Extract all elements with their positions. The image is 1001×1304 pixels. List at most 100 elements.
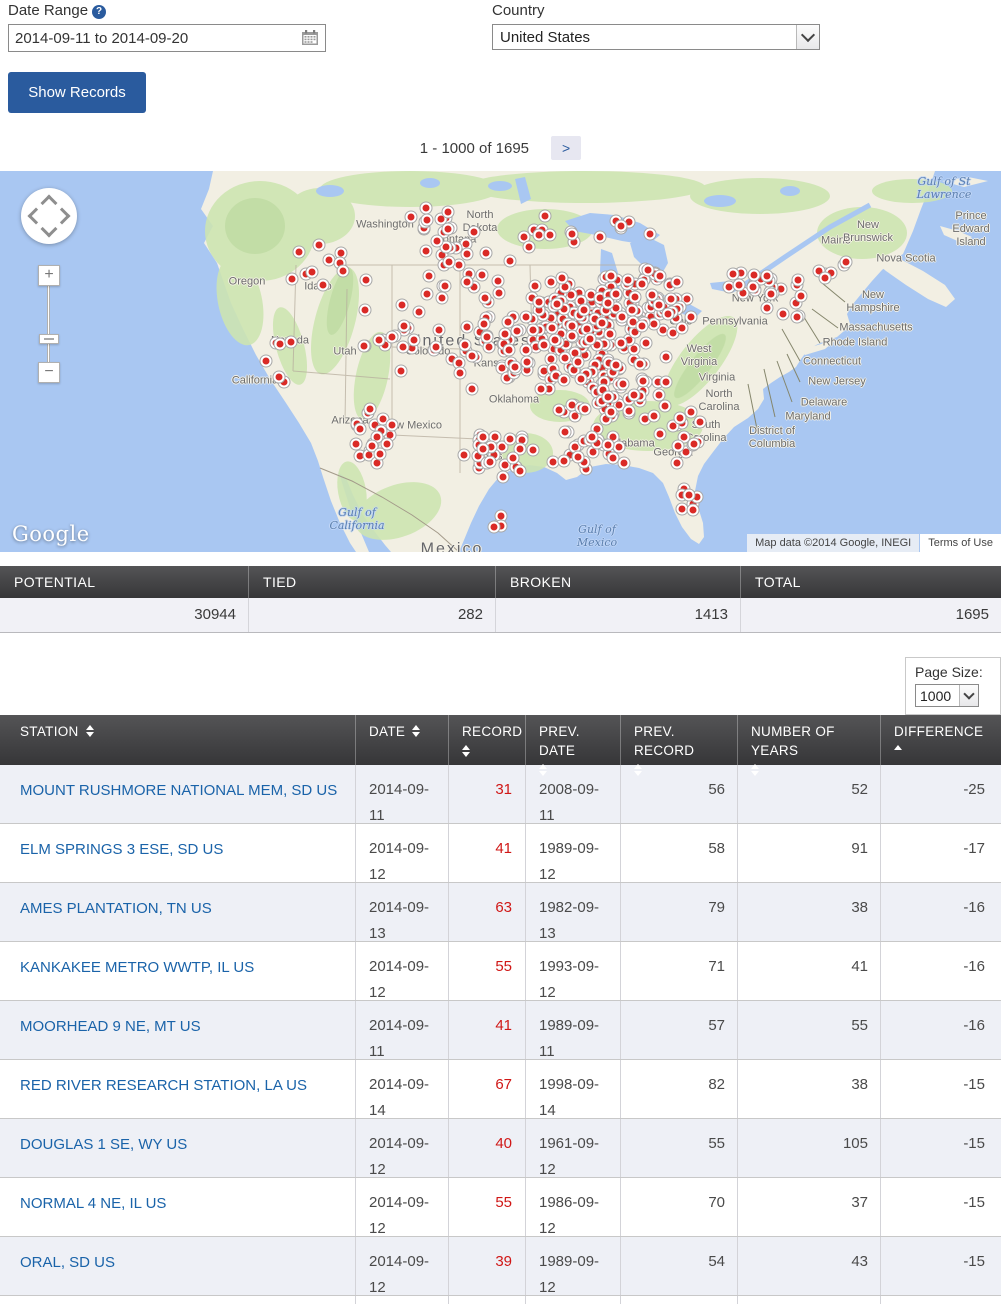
map-marker[interactable] [761, 301, 774, 314]
map-marker[interactable] [349, 438, 362, 451]
map-marker[interactable] [553, 403, 566, 416]
map-marker[interactable] [538, 209, 551, 222]
map-marker[interactable] [435, 292, 448, 305]
map-marker[interactable] [432, 324, 445, 337]
map-marker[interactable] [670, 275, 683, 288]
column-header-sort[interactable]: RECORD [448, 715, 525, 765]
map-marker[interactable] [520, 356, 533, 369]
map-marker[interactable] [559, 351, 572, 364]
map-marker[interactable] [359, 274, 372, 287]
map-marker[interactable] [601, 391, 614, 404]
map-marker[interactable] [479, 292, 492, 305]
map-marker[interactable] [559, 426, 572, 439]
terms-of-use-link[interactable]: Terms of Use [920, 534, 1001, 552]
map-marker[interactable] [648, 410, 661, 423]
station-link[interactable]: AMES PLANTATION, TN US [20, 900, 212, 917]
map-marker[interactable] [558, 455, 571, 468]
map-marker[interactable] [574, 373, 587, 386]
map-marker[interactable] [621, 273, 634, 286]
map-marker[interactable] [316, 278, 329, 291]
map-marker[interactable] [617, 457, 630, 470]
map-marker[interactable] [439, 279, 452, 292]
map-marker[interactable] [614, 220, 627, 233]
map-marker[interactable] [259, 354, 272, 367]
map-marker[interactable] [313, 239, 326, 252]
map-marker[interactable] [776, 307, 789, 320]
map-marker[interactable] [386, 330, 399, 343]
map-marker[interactable] [605, 269, 618, 282]
map-marker[interactable] [359, 304, 372, 317]
column-header-sort[interactable]: STATION [0, 715, 355, 765]
map-marker[interactable] [292, 245, 305, 258]
station-link[interactable]: ORAL, SD US [20, 1254, 115, 1271]
map-marker[interactable] [636, 278, 649, 291]
map-marker[interactable] [617, 378, 630, 391]
column-header-sort[interactable]: NUMBER OF YEARS [737, 715, 880, 765]
map-marker[interactable] [636, 320, 649, 333]
map-marker[interactable] [337, 264, 350, 277]
map-marker[interactable] [442, 255, 455, 268]
map-marker[interactable] [544, 229, 557, 242]
station-link[interactable]: DOUGLAS 1 SE, WY US [20, 1136, 187, 1153]
map-marker[interactable] [665, 292, 678, 305]
map-pan-control[interactable] [21, 188, 77, 244]
map-marker[interactable] [477, 430, 490, 443]
map-marker[interactable] [640, 337, 653, 350]
map-marker[interactable] [507, 452, 520, 465]
calendar-icon[interactable] [301, 30, 319, 46]
map-marker[interactable] [503, 344, 516, 357]
map-marker[interactable] [572, 355, 585, 368]
map-marker[interactable] [526, 324, 539, 337]
map-marker[interactable] [353, 423, 366, 436]
map-marker[interactable] [488, 520, 501, 533]
page-size-select[interactable]: 1000 [915, 684, 979, 707]
pan-right-icon[interactable] [54, 208, 71, 225]
map-marker[interactable] [537, 339, 550, 352]
map-marker[interactable] [662, 308, 675, 321]
map-marker[interactable] [684, 310, 697, 323]
map-marker[interactable] [840, 255, 853, 268]
map-marker[interactable] [610, 358, 623, 371]
map-marker[interactable] [605, 405, 618, 418]
pan-up-icon[interactable] [41, 195, 58, 212]
map-marker[interactable] [408, 334, 421, 347]
map-marker[interactable] [461, 248, 474, 261]
show-records-button[interactable]: Show Records [8, 72, 146, 113]
map-marker[interactable] [791, 310, 804, 323]
zoom-in-button[interactable]: + [38, 265, 60, 286]
station-link[interactable]: MOORHEAD 9 NE, MT US [20, 1018, 201, 1035]
map-marker[interactable] [765, 288, 778, 301]
pan-left-icon[interactable] [28, 208, 45, 225]
map-marker[interactable] [549, 334, 562, 347]
station-link[interactable]: MOUNT RUSHMORE NATIONAL MEM, SD US [20, 782, 337, 799]
map-marker[interactable] [654, 428, 667, 441]
map-marker[interactable] [475, 269, 488, 282]
map-marker[interactable] [694, 415, 707, 428]
map-marker[interactable] [585, 430, 598, 443]
map-marker[interactable] [792, 273, 805, 286]
map[interactable]: WashingtonMontanaNorth DakotaOregonIdaho… [0, 171, 1001, 552]
map-marker[interactable] [653, 389, 666, 402]
map-marker[interactable] [460, 276, 473, 289]
map-marker[interactable] [819, 271, 832, 284]
map-marker[interactable] [674, 411, 687, 424]
map-marker[interactable] [467, 226, 480, 239]
zoom-out-button[interactable]: − [38, 362, 60, 383]
map-marker[interactable] [572, 451, 585, 464]
column-header-sort[interactable]: DATE [355, 715, 448, 765]
map-marker[interactable] [533, 296, 546, 309]
map-marker[interactable] [615, 337, 628, 350]
map-marker[interactable] [405, 211, 418, 224]
map-marker[interactable] [511, 325, 524, 338]
map-marker[interactable] [629, 290, 642, 303]
map-marker[interactable] [431, 235, 444, 248]
map-marker[interactable] [602, 439, 615, 452]
map-marker[interactable] [671, 440, 684, 453]
map-marker[interactable] [430, 341, 443, 354]
map-marker[interactable] [670, 457, 683, 470]
map-marker[interactable] [442, 206, 455, 219]
map-marker[interactable] [373, 333, 386, 346]
map-marker[interactable] [558, 373, 571, 386]
map-marker[interactable] [748, 268, 761, 281]
map-marker[interactable] [593, 230, 606, 243]
